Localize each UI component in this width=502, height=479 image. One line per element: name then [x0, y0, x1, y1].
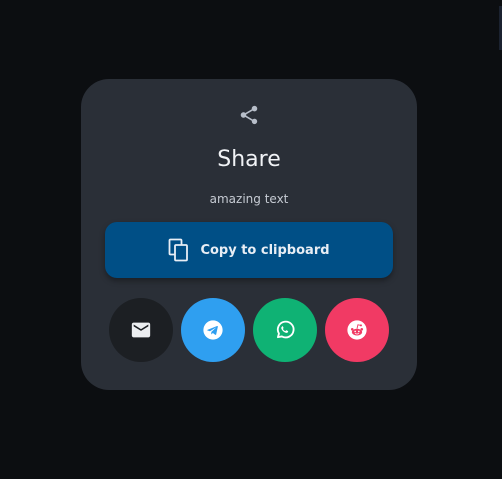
dialog-title: Share — [217, 147, 281, 172]
share-telegram-button[interactable] — [181, 298, 245, 362]
share-email-button[interactable] — [109, 298, 173, 362]
reddit-icon — [346, 319, 368, 341]
share-whatsapp-button[interactable] — [253, 298, 317, 362]
telegram-icon — [202, 319, 224, 341]
whatsapp-icon — [274, 319, 296, 341]
share-reddit-button[interactable] — [325, 298, 389, 362]
email-icon — [130, 319, 152, 341]
share-icon — [238, 104, 260, 126]
copy-button-label: Copy to clipboard — [200, 242, 330, 258]
copy-icon — [168, 238, 190, 262]
share-dialog: Share amazing text Copy to clipboard — [81, 79, 417, 390]
dialog-subtitle: amazing text — [209, 192, 289, 206]
copy-to-clipboard-button[interactable]: Copy to clipboard — [105, 222, 393, 278]
